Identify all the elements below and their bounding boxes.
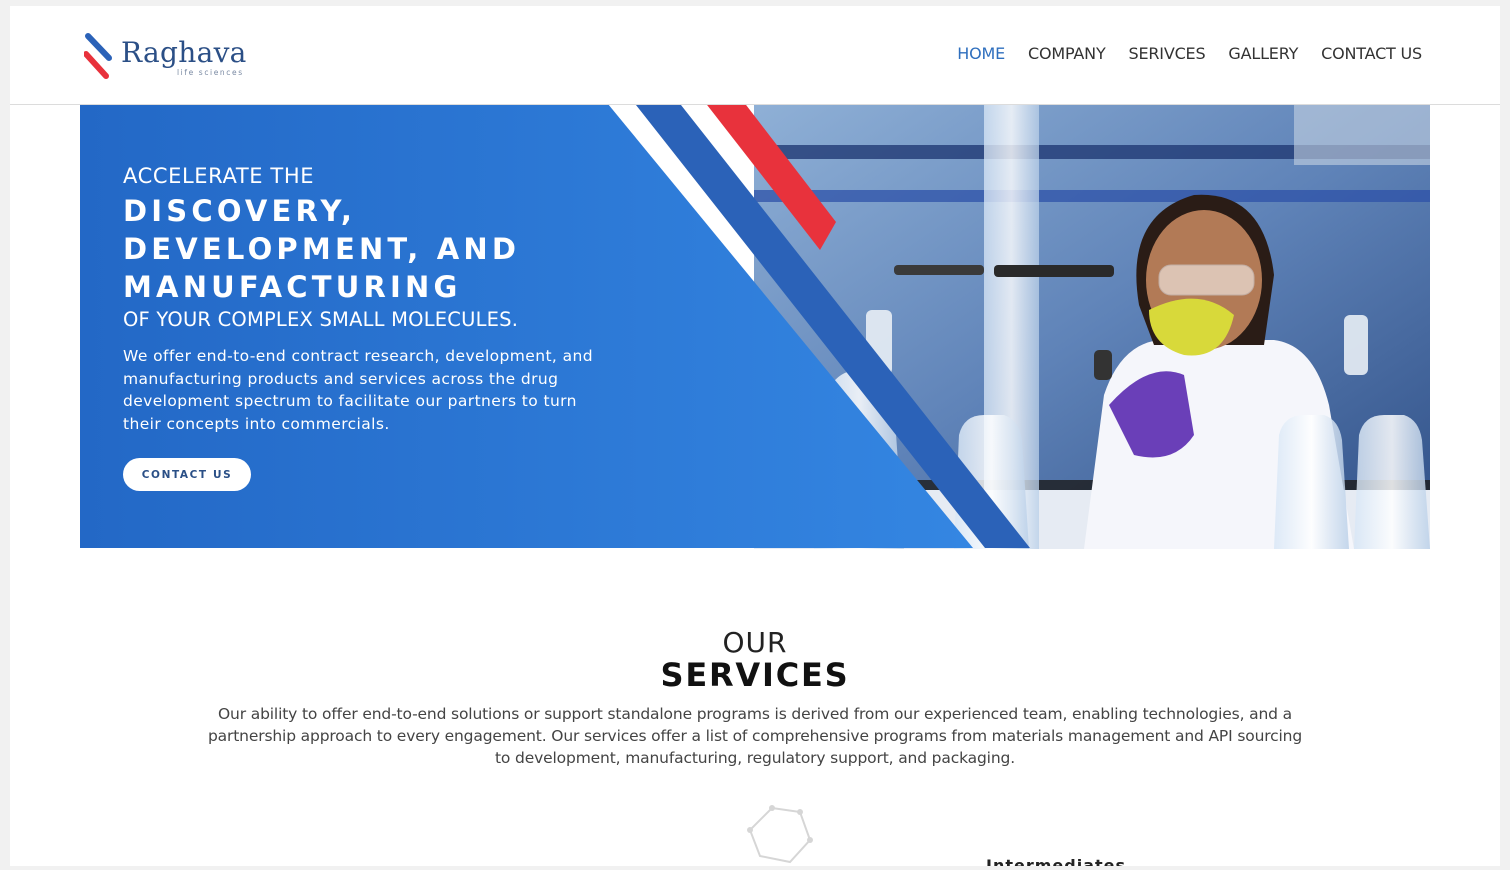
hero-headline: DISCOVERY, DEVELOPMENT, AND MANUFACTURIN… bbox=[123, 192, 643, 306]
nav-company[interactable]: COMPANY bbox=[1028, 44, 1106, 63]
hero-text: ACCELERATE THE DISCOVERY, DEVELOPMENT, A… bbox=[123, 164, 643, 435]
services-description: Our ability to offer end-to-end solution… bbox=[207, 705, 1303, 767]
molecule-icon bbox=[747, 805, 813, 864]
nav-home[interactable]: HOME bbox=[957, 44, 1005, 63]
hero-description: We offer end-to-end contract research, d… bbox=[123, 347, 593, 433]
nav-services[interactable]: SERIVCES bbox=[1129, 44, 1206, 63]
brand-name: Raghava bbox=[121, 36, 247, 69]
brand-tagline: life sciences bbox=[177, 68, 244, 77]
nav-contact-us[interactable]: CONTACT US bbox=[1321, 44, 1422, 63]
hero-kicker: ACCELERATE THE bbox=[123, 164, 315, 188]
hero-headline-line: MANUFACTURING bbox=[123, 270, 462, 304]
services-heading: SERVICES bbox=[660, 656, 850, 694]
main-nav: HOME COMPANY SERIVCES GALLERY CONTACT US bbox=[957, 44, 1422, 63]
hero-headline-line: DEVELOPMENT, AND bbox=[123, 232, 521, 266]
services-section: OUR SERVICES Our ability to offer end-to… bbox=[10, 626, 1500, 769]
page: Raghava life sciences HOME COMPANY SERIV… bbox=[10, 6, 1500, 866]
services-heading-top: OUR bbox=[722, 626, 788, 659]
header: Raghava life sciences HOME COMPANY SERIV… bbox=[10, 6, 1500, 105]
logo-mark-icon bbox=[84, 33, 112, 79]
service-item-label[interactable]: Intermediates bbox=[986, 856, 1126, 866]
hero-headline-line: DISCOVERY, bbox=[123, 194, 357, 228]
nav-gallery[interactable]: GALLERY bbox=[1228, 44, 1298, 63]
hero-subhead: OF YOUR COMPLEX SMALL MOLECULES. bbox=[123, 308, 519, 331]
contact-us-button[interactable]: CONTACT US bbox=[123, 458, 251, 491]
logo[interactable]: Raghava life sciences bbox=[84, 30, 284, 86]
